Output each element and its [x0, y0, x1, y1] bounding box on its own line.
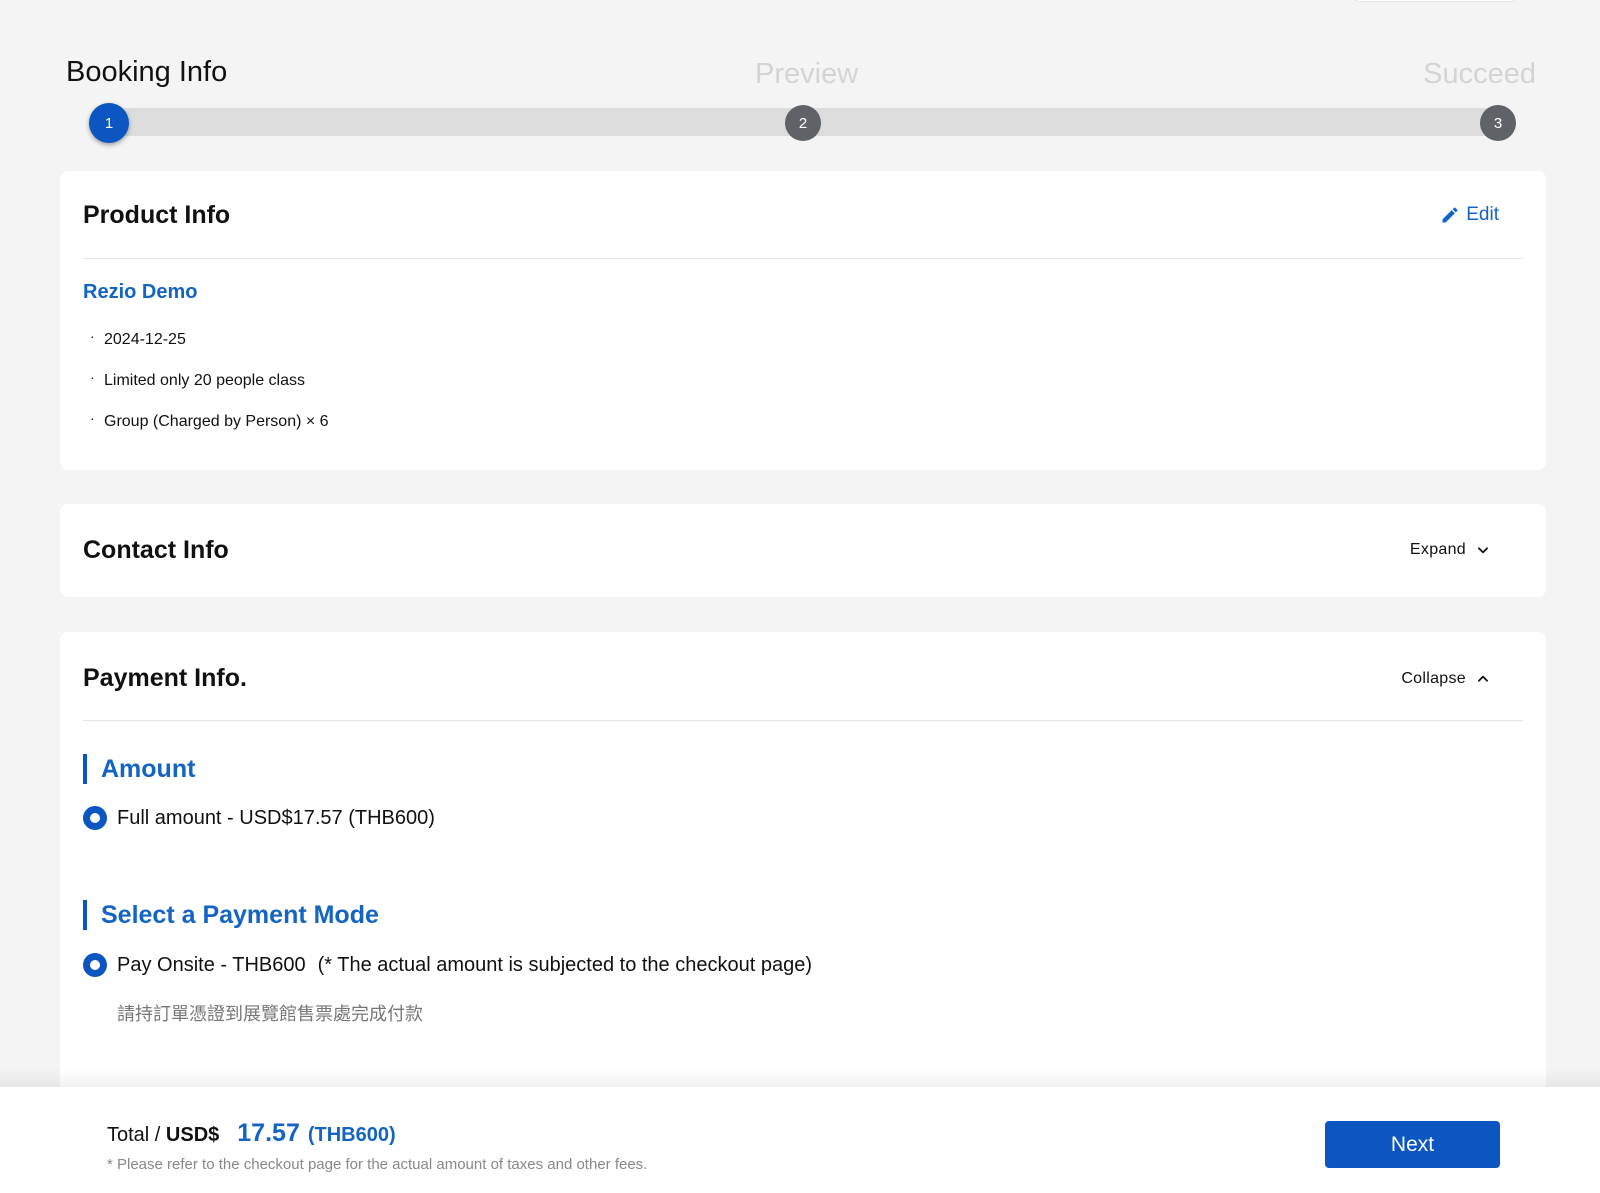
product-date: 2024-12-25 [104, 331, 186, 348]
total-line: Total / USD$ 17.57 (THB600) [107, 1119, 396, 1148]
product-info-title: Product Info [83, 201, 231, 229]
total-currency: USD$ [165, 1124, 220, 1146]
pencil-icon [1442, 207, 1458, 223]
full-amount-radio-option[interactable]: Full amount - USD$17.57 (THB600) [83, 806, 435, 830]
bullet-icon: · [90, 410, 95, 426]
full-amount-label: Full amount - USD$17.57 (THB600) [117, 806, 435, 829]
footer-shadow [0, 1068, 1600, 1088]
bullet-icon: · [90, 369, 95, 385]
expand-toggle[interactable]: Expand [1410, 541, 1490, 559]
expand-label: Expand [1409, 541, 1466, 558]
product-info-card: Product Info Edit Rezio Demo · 2024-12-25… [60, 171, 1546, 470]
step-dot-3: 3 [1480, 105, 1516, 141]
payment-info-title: Payment Info. [83, 664, 247, 692]
next-button[interactable]: Next [1325, 1121, 1500, 1168]
contact-info-title: Contact Info [83, 536, 229, 564]
product-details-list: · 2024-12-25 · Limited only 20 people clas… [90, 328, 329, 454]
radio-selected-icon[interactable] [83, 953, 107, 977]
total-prefix: Total / [107, 1124, 166, 1146]
step-dot-2: 2 [785, 105, 821, 141]
product-quantity: Group (Charged by Person) × 6 [104, 413, 329, 430]
amount-heading: Amount [83, 754, 195, 784]
contact-info-card: Contact Info Expand [60, 504, 1546, 597]
pay-onsite-radio-option[interactable]: Pay Onsite - THB600 (* The actual amount… [83, 953, 812, 977]
payment-mode-heading: Select a Payment Mode [83, 900, 379, 930]
total-label: Total / USD$ [107, 1124, 219, 1147]
progress-stepper: Booking Info Preview Succeed 1 2 3 [0, 0, 1600, 160]
chevron-down-icon [1478, 547, 1488, 554]
product-name[interactable]: Rezio Demo [83, 281, 197, 304]
checkout-footer: Total / USD$ 17.57 (THB600) * Please ref… [0, 1087, 1600, 1193]
step-label-booking-info: Booking Info [66, 56, 228, 88]
chevron-up-icon [1478, 675, 1488, 682]
total-local-amount: (THB600) [307, 1124, 396, 1146]
total-amount: 17.57 [237, 1119, 300, 1147]
list-item: · Limited only 20 people class [90, 369, 329, 413]
tax-note: * Please refer to the checkout page for … [107, 1156, 648, 1173]
collapse-toggle[interactable]: Collapse [1401, 670, 1490, 688]
product-option: Limited only 20 people class [104, 372, 306, 389]
bullet-icon: · [90, 328, 95, 344]
edit-button[interactable]: Edit [1440, 204, 1499, 226]
step-dot-1: 1 [89, 103, 129, 143]
product-divider [83, 258, 1523, 259]
pay-onsite-note: (* The actual amount is subjected to the… [317, 953, 812, 976]
step-label-succeed: Succeed [1423, 58, 1536, 90]
payment-divider [83, 720, 1523, 721]
pay-onsite-label: Pay Onsite - THB600 [117, 953, 306, 976]
list-item: · 2024-12-25 [90, 328, 329, 372]
step-label-preview: Preview [755, 58, 859, 90]
edit-label: Edit [1466, 204, 1499, 225]
radio-selected-icon[interactable] [83, 806, 107, 830]
list-item: · Group (Charged by Person) × 6 [90, 410, 329, 454]
collapse-label: Collapse [1401, 670, 1466, 687]
pay-onsite-description: 請持訂單憑證到展覽館售票處完成付款 [117, 1004, 423, 1025]
